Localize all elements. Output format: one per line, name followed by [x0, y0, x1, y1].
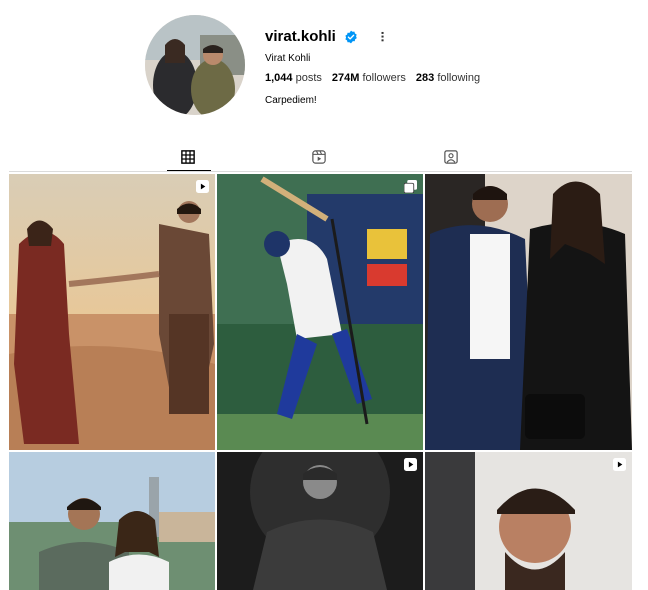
tab-tagged[interactable] [444, 150, 460, 166]
followers-stat[interactable]: 274M followers [332, 72, 406, 84]
reel-icon [613, 458, 626, 471]
tagged-icon [444, 150, 458, 164]
post-thumbnail[interactable] [9, 452, 215, 590]
reel-icon [196, 180, 209, 193]
profile-stats: 1,044 posts 274M followers 283 following [265, 72, 480, 84]
full-name: Virat Kohli [265, 53, 311, 64]
tab-posts[interactable] [167, 150, 211, 171]
post-thumbnail[interactable] [9, 174, 215, 450]
post-image [9, 452, 215, 590]
carousel-icon [404, 180, 417, 193]
post-thumbnail[interactable] [217, 452, 423, 590]
verified-badge-icon [345, 30, 357, 43]
post-thumbnail[interactable] [217, 174, 423, 450]
tab-reels[interactable] [312, 150, 328, 166]
tabs-divider [9, 171, 632, 172]
grid-icon [181, 150, 195, 164]
post-thumbnail[interactable] [425, 174, 632, 450]
bio: Carpediem! [265, 95, 317, 106]
post-image [9, 174, 215, 450]
posts-grid [9, 174, 632, 590]
post-image [217, 174, 423, 450]
reels-icon [312, 150, 326, 164]
following-stat[interactable]: 283 following [416, 72, 480, 84]
post-image [425, 452, 632, 590]
post-image [425, 174, 632, 450]
post-thumbnail[interactable] [425, 452, 632, 590]
reel-icon [404, 458, 417, 471]
username: virat.kohli [265, 28, 336, 45]
profile-avatar[interactable] [145, 15, 245, 115]
posts-stat: 1,044 posts [265, 72, 322, 84]
avatar-image [145, 15, 245, 115]
post-image [217, 452, 423, 590]
more-options-icon[interactable]: ··· [375, 31, 391, 42]
